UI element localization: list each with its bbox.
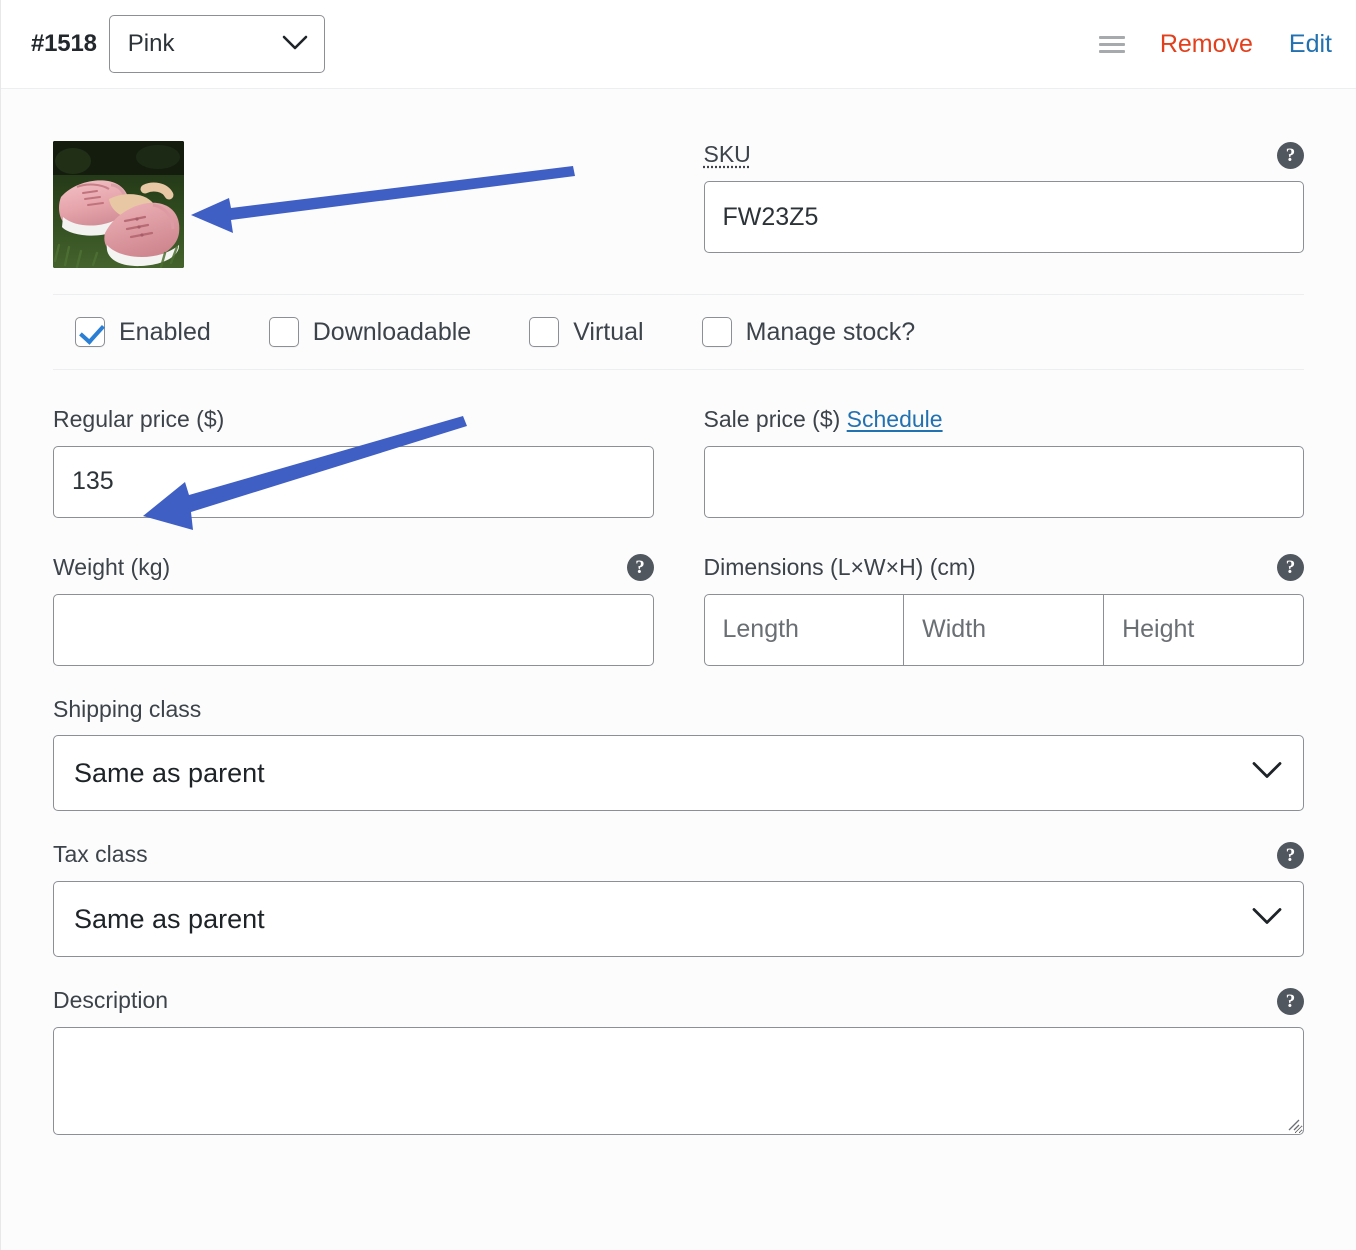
weight-dimensions-row: Weight (kg) ? Dimensions (L×W×H) (cm) ? xyxy=(53,518,1305,666)
dimensions-label-line: Dimensions (L×W×H) (cm) ? xyxy=(703,553,1304,582)
sku-abbr: SKU xyxy=(703,141,751,168)
dimensions-label: Dimensions (L×W×H) (cm) xyxy=(703,553,976,580)
sale-price-label-text: Sale price ($) xyxy=(703,406,841,432)
schedule-sale-link[interactable]: Schedule xyxy=(847,406,943,432)
checkbox-manage-stock[interactable]: Manage stock? xyxy=(701,317,916,347)
attribute-color-select[interactable]: Pink xyxy=(108,15,325,73)
description-block: Description ? xyxy=(53,957,1304,1136)
dimensions-inputs xyxy=(703,593,1305,666)
sku-input[interactable] xyxy=(703,181,1304,253)
shipping-class-select[interactable]: Same as parent xyxy=(53,735,1304,812)
sku-label: SKU xyxy=(704,141,751,169)
sku-column: SKU ? xyxy=(703,141,1304,268)
variation-panel: #1518 Pink Remove Edit SKU ? FW23Z5 Enab… xyxy=(0,0,1356,1250)
width-input[interactable] xyxy=(904,593,1105,666)
regular-price-input[interactable] xyxy=(53,445,654,518)
shipping-class-value[interactable]: Same as parent xyxy=(53,735,1304,812)
variation-thumbnail[interactable] xyxy=(53,141,184,268)
attribute-color-value: Pink xyxy=(127,30,175,57)
help-icon[interactable]: ? xyxy=(1277,554,1304,582)
weight-column: Weight (kg) ? xyxy=(53,554,654,666)
variation-header-actions: Remove Edit xyxy=(1096,28,1340,60)
sale-price-column: Sale price ($) Schedule xyxy=(703,406,1305,518)
regular-price-column: Regular price ($) xyxy=(53,406,654,518)
checkbox-manage-stock-label: Manage stock? xyxy=(745,317,916,346)
dimensions-column: Dimensions (L×W×H) (cm) ? xyxy=(703,553,1305,666)
checkbox-downloadable-label: Downloadable xyxy=(312,317,472,346)
weight-input[interactable] xyxy=(53,593,654,666)
sale-price-label: Sale price ($) Schedule xyxy=(704,406,1305,434)
checkbox-virtual-box[interactable] xyxy=(529,317,560,347)
thumbnail-column xyxy=(53,141,654,268)
checkbox-downloadable-box[interactable] xyxy=(268,317,299,347)
tax-class-block: Tax class ? Same as parent xyxy=(53,811,1304,958)
description-label: Description xyxy=(53,987,169,1014)
weight-label-line: Weight (kg) ? xyxy=(53,554,654,582)
checkbox-manage-stock-box[interactable] xyxy=(701,317,732,347)
tax-class-select[interactable]: Same as parent xyxy=(53,881,1304,958)
remove-variation-link[interactable]: Remove xyxy=(1160,30,1253,59)
regular-price-label: Regular price ($) xyxy=(53,406,225,432)
price-row: Regular price ($) Sale price ($) Schedul… xyxy=(53,370,1304,518)
checkbox-downloadable[interactable]: Downloadable xyxy=(268,317,472,347)
weight-label: Weight (kg) xyxy=(53,553,171,580)
variation-options-row: Enabled Downloadable Virtual Manage stoc… xyxy=(53,295,1304,369)
tax-class-label-line: Tax class ? xyxy=(53,841,1304,869)
shipping-class-label: Shipping class xyxy=(53,695,202,722)
checkbox-virtual[interactable]: Virtual xyxy=(529,317,644,347)
checkbox-enabled-box[interactable] xyxy=(75,317,105,347)
variation-header: #1518 Pink Remove Edit xyxy=(1,0,1356,89)
sale-price-input[interactable] xyxy=(703,445,1304,518)
checkbox-virtual-label: Virtual xyxy=(573,317,644,346)
sku-label-line: SKU ? xyxy=(704,141,1304,169)
description-textarea-wrap xyxy=(53,1027,1304,1136)
variation-body: SKU ? Enabled Downloadable Virtual xyxy=(1,89,1356,1136)
variation-id: #1518 xyxy=(31,30,97,57)
help-icon[interactable]: ? xyxy=(1277,141,1304,169)
thumbnail-sku-row: SKU ? xyxy=(53,89,1304,294)
description-textarea[interactable] xyxy=(53,1027,1304,1136)
shipping-class-block: Shipping class Same as parent xyxy=(53,666,1304,812)
description-label-line: Description ? xyxy=(53,987,1304,1015)
tax-class-label: Tax class xyxy=(53,841,148,868)
tax-class-value[interactable]: Same as parent xyxy=(53,881,1304,958)
checkbox-enabled[interactable]: Enabled xyxy=(75,317,211,347)
checkbox-enabled-label: Enabled xyxy=(119,317,211,346)
help-icon[interactable]: ? xyxy=(626,554,654,582)
height-input[interactable] xyxy=(1104,593,1305,666)
hamburger-drag-icon[interactable] xyxy=(1096,28,1128,60)
length-input[interactable] xyxy=(703,593,905,666)
variation-thumbnail-image xyxy=(53,141,184,268)
edit-variation-link[interactable]: Edit xyxy=(1289,30,1332,59)
chevron-down-icon xyxy=(282,30,308,58)
help-icon[interactable]: ? xyxy=(1277,987,1304,1015)
help-icon[interactable]: ? xyxy=(1277,841,1304,869)
